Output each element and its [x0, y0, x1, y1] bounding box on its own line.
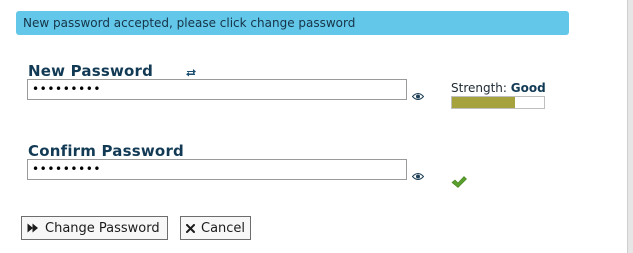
strength-indicator: Strength: Good [451, 81, 546, 95]
passwords-match-checkmark-icon [451, 174, 467, 188]
confirm-password-label: Confirm Password [28, 142, 184, 160]
cancel-label: Cancel [201, 220, 246, 236]
status-banner: New password accepted, please click chan… [16, 11, 569, 35]
strength-meter [451, 96, 545, 109]
status-banner-text: New password accepted, please click chan… [23, 16, 356, 30]
x-icon [186, 223, 195, 233]
show-confirm-password-eye-icon[interactable] [411, 166, 425, 180]
show-password-eye-icon[interactable] [411, 86, 425, 100]
change-password-label: Change Password [45, 220, 160, 236]
fast-forward-icon [27, 223, 39, 233]
new-password-input[interactable]: ••••••••• [27, 79, 407, 100]
cancel-button[interactable]: Cancel [180, 216, 251, 240]
strength-label: Strength: [451, 81, 507, 95]
window-right-border [627, 0, 633, 253]
confirm-password-input[interactable]: ••••••••• [27, 159, 407, 180]
change-password-button[interactable]: Change Password [21, 216, 168, 240]
new-password-label: New Password [28, 62, 154, 80]
refresh-icon[interactable] [184, 66, 198, 78]
strength-meter-fill [452, 97, 515, 108]
strength-value: Good [510, 81, 546, 95]
